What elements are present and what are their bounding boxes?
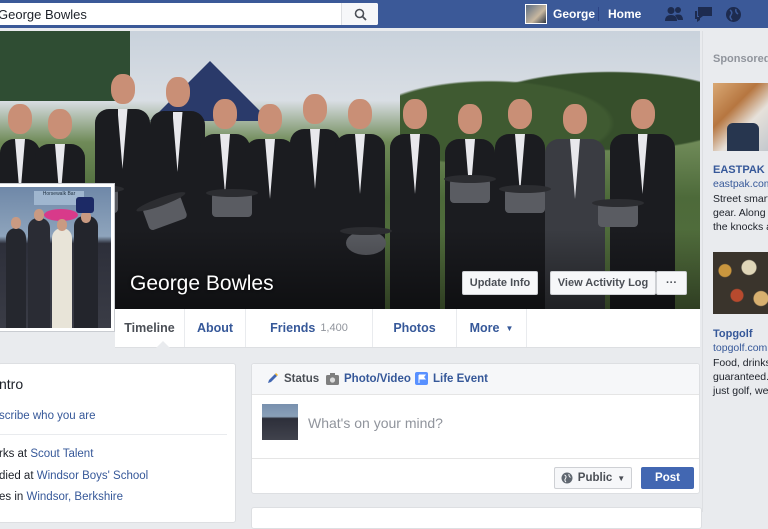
pencil-icon (266, 372, 279, 385)
ad-title[interactable]: Topgolf (713, 328, 753, 340)
friend-requests-icon (665, 7, 683, 21)
search-input[interactable]: George Bowles (0, 7, 341, 22)
ad-description: Food, drinks (713, 357, 768, 369)
blue-hat (76, 197, 94, 213)
work-line: rks at Scout Talent (0, 448, 93, 460)
friends-count: 1,400 (320, 322, 348, 334)
ad-description: guaranteed. W (713, 371, 768, 383)
location-link[interactable]: Windsor, Berkshire (27, 491, 124, 503)
tab-label: Timeline (124, 321, 175, 335)
tab-photos[interactable]: Photos (373, 309, 457, 347)
person (6, 228, 26, 328)
tab-friends[interactable]: Friends 1,400 (246, 309, 373, 347)
messages-button[interactable] (694, 5, 714, 23)
post-composer: Status Photo/Video Life Event What's on … (251, 363, 700, 494)
search-icon (354, 8, 367, 21)
post-button[interactable]: Post (641, 467, 694, 489)
audience-selector-button[interactable]: Public ▼ (554, 467, 632, 489)
home-link[interactable]: Home (608, 7, 641, 21)
update-info-button[interactable]: Update Info (462, 271, 538, 295)
top-hat (592, 199, 644, 227)
person-head (34, 209, 44, 221)
top-navigation-bar: George Bowles George Home (0, 0, 768, 28)
profile-photo: Horsewalk Bar (0, 187, 111, 328)
tab-about[interactable]: About (185, 309, 246, 347)
life-event-tab-label: Life Event (433, 372, 488, 385)
composer-tabs: Status Photo/Video Life Event (252, 364, 699, 395)
ad-description: gear. Along fo (713, 207, 768, 219)
whats-on-your-mind-input[interactable]: What's on your mind? (308, 415, 443, 431)
tab-label: Friends (270, 321, 316, 335)
intro-title: ntro (0, 376, 24, 392)
friend-requests-button[interactable] (664, 5, 684, 23)
describe-who-you-are-link[interactable]: scribe who you are (0, 410, 96, 422)
education-link[interactable]: Windsor Boys' School (37, 470, 149, 482)
tab-label: More (469, 321, 500, 335)
composer-footer: Public ▼ Post (252, 458, 699, 495)
ad-image[interactable] (713, 252, 768, 314)
person-head (11, 217, 21, 229)
more-options-button[interactable]: ··· (656, 271, 687, 295)
ad-title[interactable]: EASTPAK - A (713, 164, 768, 176)
tab-label: About (196, 321, 234, 335)
avatar (525, 4, 547, 24)
tab-timeline[interactable]: Timeline (115, 309, 185, 348)
profile-name: George Bowles (130, 272, 274, 295)
ad-url[interactable]: eastpak.com (713, 178, 768, 190)
camera-icon (326, 372, 339, 385)
messages-icon (695, 6, 712, 22)
education-line: died at Windsor Boys' School (0, 470, 148, 482)
tab-more[interactable]: More ▼ (457, 309, 527, 347)
notifications-button[interactable] (723, 5, 743, 23)
ad-url[interactable]: topgolf.com (713, 342, 767, 354)
flag-icon (415, 372, 428, 385)
photo-video-tab[interactable]: Photo/Video (326, 372, 411, 385)
status-tab-label: Status (284, 372, 320, 385)
notifications-globe-icon (725, 6, 741, 22)
location-prefix: es in (0, 491, 27, 503)
divider (598, 7, 599, 21)
education-prefix: died at (0, 470, 37, 482)
ad-description: the knocks as (713, 221, 768, 233)
intro-card: ntro scribe who you are rks at Scout Tal… (0, 363, 236, 523)
person (52, 228, 72, 328)
tab-label: Photos (393, 321, 436, 335)
next-card (251, 507, 702, 529)
globe-icon (561, 472, 573, 484)
profile-shortcut-name: George (553, 7, 596, 21)
search-button[interactable] (341, 3, 378, 25)
location-line: es in Windsor, Berkshire (0, 491, 123, 503)
active-tab-pointer (156, 341, 170, 348)
profile-shortcut[interactable]: George (525, 4, 595, 24)
sponsored-heading: Sponsored (713, 53, 768, 65)
person (28, 218, 50, 328)
top-hat (444, 175, 496, 203)
search-bar[interactable]: George Bowles (0, 3, 378, 25)
backpack (727, 123, 759, 151)
view-activity-log-button[interactable]: View Activity Log (550, 271, 656, 295)
profile-picture[interactable]: Horsewalk Bar (0, 183, 115, 332)
work-prefix: rks at (0, 448, 31, 460)
life-event-tab[interactable]: Life Event (415, 372, 488, 385)
right-sidebar: Sponsored EASTPAK - A eastpak.com Street… (702, 31, 768, 512)
ad-image[interactable] (713, 83, 768, 151)
caret-down-icon: ▼ (505, 323, 514, 333)
person-head (57, 219, 67, 231)
photo-video-tab-label: Photo/Video (344, 372, 411, 385)
status-tab[interactable]: Status (266, 372, 319, 385)
audience-label: Public (577, 472, 613, 484)
ad-description: Street smart l (713, 193, 768, 205)
avatar (262, 404, 298, 440)
top-hat (206, 189, 258, 217)
caret-down-icon: ▼ (617, 473, 626, 483)
profile-navigation: Timeline About Friends 1,400 Photos More… (115, 309, 700, 348)
divider (0, 434, 227, 435)
top-hat (499, 185, 551, 213)
ad-description: just golf, we'r (713, 385, 768, 397)
work-link[interactable]: Scout Talent (30, 448, 93, 460)
person (74, 216, 98, 328)
